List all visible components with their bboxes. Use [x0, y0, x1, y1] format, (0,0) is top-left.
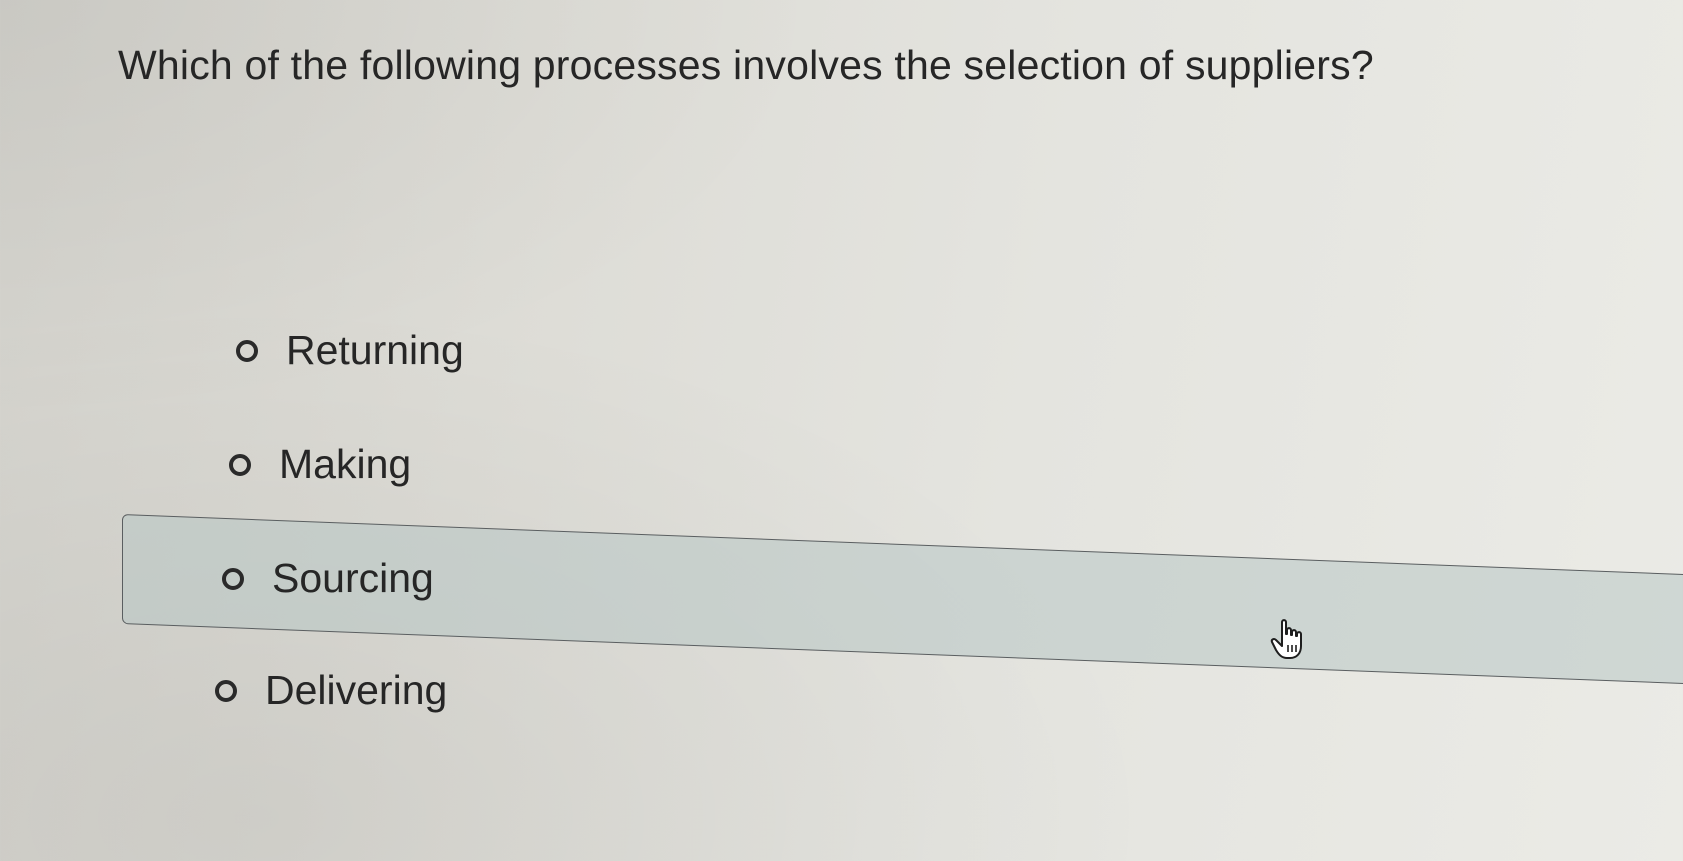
option-label-returning: Returning [286, 327, 464, 373]
radio-button-making[interactable] [229, 453, 251, 476]
option-sourcing[interactable]: Sourcing [222, 555, 434, 602]
hand-pointer-icon [1270, 619, 1302, 659]
option-delivering[interactable]: Delivering [215, 667, 447, 714]
radio-button-returning[interactable] [236, 339, 258, 362]
option-returning[interactable]: Returning [236, 327, 464, 374]
option-making[interactable]: Making [229, 441, 411, 488]
radio-button-delivering[interactable] [215, 679, 237, 702]
option-label-delivering: Delivering [265, 667, 448, 713]
radio-button-sourcing[interactable] [222, 567, 244, 590]
answer-options: Returning Making Sourcing Delivering [0, 0, 1683, 861]
option-label-making: Making [279, 441, 412, 487]
option-label-sourcing: Sourcing [272, 555, 434, 601]
